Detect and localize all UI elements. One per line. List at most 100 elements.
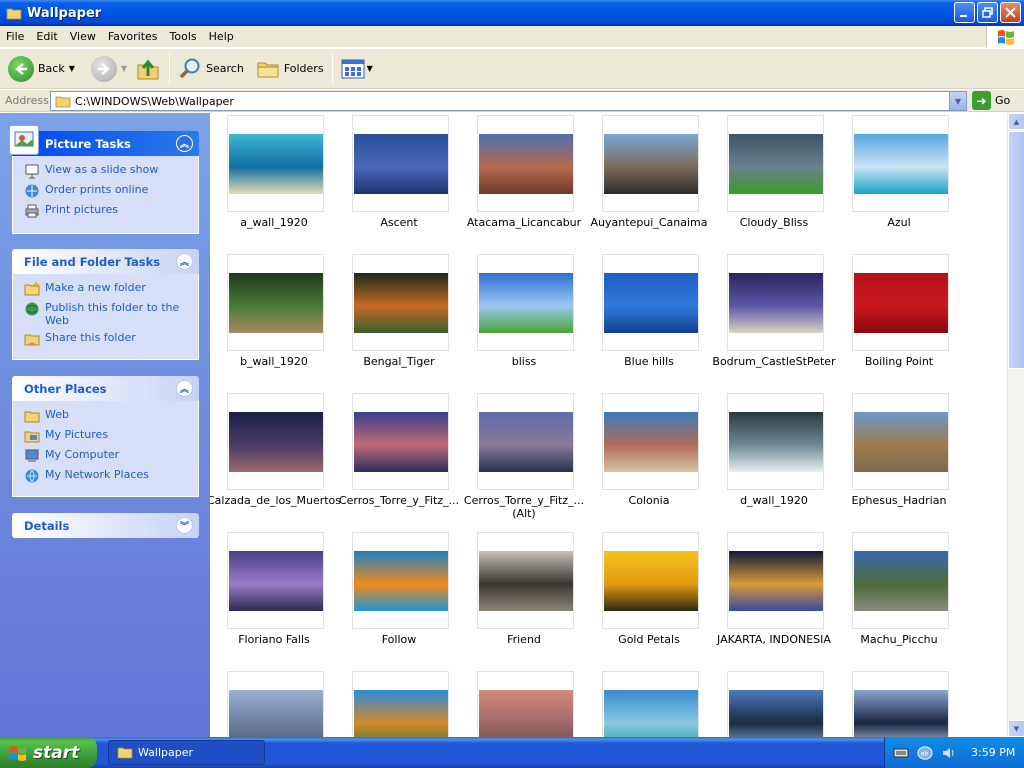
file-name: Atacama_Licancabur	[466, 216, 582, 229]
folders-label: Folders	[283, 62, 324, 75]
thumbnail-frame	[477, 671, 574, 737]
task-print-pictures[interactable]: Print pictures	[24, 203, 198, 219]
scroll-down-button[interactable]: ▼	[1008, 720, 1024, 737]
task-view-slideshow[interactable]: View as a slide show	[24, 163, 198, 179]
publish-web-icon	[25, 302, 39, 316]
keyboard-icon[interactable]	[893, 745, 909, 761]
scroll-thumb[interactable]	[1008, 131, 1024, 369]
maximize-button[interactable]	[977, 2, 998, 23]
file-thumbnail[interactable]: Colonia	[587, 393, 711, 518]
task-label: Print pictures	[45, 203, 118, 216]
go-button[interactable]: ➜ Go	[972, 91, 1010, 110]
file-name: Cloudy_Bliss	[739, 216, 809, 229]
menu-view[interactable]: View	[64, 30, 102, 43]
file-thumbnail[interactable]: Bengal_Tiger	[337, 254, 461, 379]
file-thumbnail[interactable]: b_wall_1920	[212, 254, 336, 379]
task-publish-to-web[interactable]: Publish this folder to the Web	[24, 301, 198, 327]
file-thumbnail[interactable]: Floriano Falls	[212, 532, 336, 657]
file-list-view[interactable]: a_wall_1920 Ascent Atacama_Licancabur Auyan…	[210, 113, 1007, 737]
menu-edit[interactable]: Edit	[30, 30, 63, 43]
thumbnail-frame	[852, 671, 949, 737]
close-button[interactable]	[1000, 2, 1021, 23]
thumbnail-frame	[352, 532, 449, 629]
menu-tools[interactable]: Tools	[164, 30, 203, 43]
task-share-folder[interactable]: Share this folder	[24, 331, 198, 347]
menu-favorites[interactable]: Favorites	[102, 30, 164, 43]
other-places-header[interactable]: Other Places ︽	[12, 376, 199, 401]
thumbnail-frame	[227, 115, 324, 212]
place-my-computer[interactable]: My Computer	[24, 448, 198, 464]
views-button[interactable]: ▼	[337, 52, 377, 86]
place-web[interactable]: Web	[24, 408, 198, 424]
file-thumbnail[interactable]: Azul	[837, 115, 961, 240]
forward-button[interactable]: ▼	[87, 52, 131, 86]
thumbnail-image	[228, 550, 323, 611]
file-thumbnail[interactable]: Auyantepui_Canaima	[587, 115, 711, 240]
file-thumbnail[interactable]: Friend	[462, 532, 586, 657]
taskbar: start Wallpaper ab 3:59 PM	[0, 737, 1024, 768]
file-thumbnail[interactable]: Machu_Picchu	[837, 532, 961, 657]
collapse-chevron-icon[interactable]: ︽	[176, 135, 193, 152]
close-icon	[1005, 7, 1016, 18]
task-make-new-folder[interactable]: Make a new folder	[24, 281, 198, 297]
place-my-pictures[interactable]: My Pictures	[24, 428, 198, 444]
minimize-button[interactable]	[954, 2, 975, 23]
file-folder-tasks-header[interactable]: File and Folder Tasks ︽	[12, 249, 199, 274]
address-bar: Address C:\WINDOWS\Web\Wallpaper ▼ ➜ Go	[0, 90, 1024, 112]
back-button[interactable]: Back ▼	[4, 52, 79, 86]
file-thumbnail[interactable]	[212, 671, 336, 737]
address-input[interactable]: C:\WINDOWS\Web\Wallpaper ▼	[50, 91, 967, 111]
search-button[interactable]: Search	[174, 52, 248, 86]
file-thumbnail[interactable]: Follow	[337, 532, 461, 657]
back-dropdown-icon[interactable]: ▼	[69, 64, 75, 73]
file-thumbnail[interactable]: Ephesus_Hadrian	[837, 393, 961, 518]
file-thumbnail[interactable]: Cerros_Torre_y_Fitz_... (Alt)	[462, 393, 586, 520]
volume-icon[interactable]	[941, 745, 957, 761]
file-thumbnail[interactable]: Blue hills	[587, 254, 711, 379]
file-thumbnail[interactable]: Ascent	[337, 115, 461, 240]
file-name: Cerros_Torre_y_Fitz_... (Alt)	[463, 494, 585, 520]
file-thumbnail[interactable]: Calzada_de_los_Muertos	[210, 393, 341, 518]
file-thumbnail[interactable]: Boiling Point	[837, 254, 961, 379]
file-folder-tasks-body: Make a new folder Publish this folder to…	[12, 274, 199, 360]
file-name: Ascent	[380, 216, 418, 229]
file-thumbnail[interactable]: a_wall_1920	[212, 115, 336, 240]
scroll-up-button[interactable]: ▲	[1008, 113, 1024, 130]
picture-tasks-header[interactable]: Picture Tasks ︽	[9, 125, 199, 156]
vertical-scrollbar[interactable]: ▲ ▼	[1007, 113, 1024, 737]
file-thumbnail[interactable]	[337, 671, 461, 737]
expand-chevron-icon[interactable]: ︾	[176, 517, 193, 534]
folders-button[interactable]: Folders	[252, 52, 328, 86]
messenger-icon[interactable]: ab	[917, 745, 933, 761]
file-thumbnail[interactable]	[837, 671, 961, 737]
file-thumbnail[interactable]	[712, 671, 836, 737]
svg-text:ab: ab	[921, 750, 929, 757]
menu-file[interactable]: File	[0, 30, 30, 43]
file-thumbnail[interactable]: Cerros_Torre_y_Fitz_...	[337, 393, 461, 518]
menu-help[interactable]: Help	[203, 30, 240, 43]
start-button[interactable]: start	[0, 737, 97, 768]
file-thumbnail[interactable]	[462, 671, 586, 737]
thumbnail-image	[353, 133, 448, 194]
file-thumbnail[interactable]: JAKARTA, INDONESIA	[712, 532, 836, 657]
place-my-network-places[interactable]: My Network Places	[24, 468, 198, 484]
details-header[interactable]: Details ︾	[12, 513, 199, 538]
file-thumbnail[interactable]: Bodrum_CastleStPeter	[712, 254, 836, 379]
task-order-prints[interactable]: Order prints online	[24, 183, 198, 199]
thumbnail-image	[728, 133, 823, 194]
collapse-chevron-icon[interactable]: ︽	[176, 380, 193, 397]
file-thumbnail[interactable]: Cloudy_Bliss	[712, 115, 836, 240]
views-dropdown-icon[interactable]: ▼	[367, 64, 373, 73]
address-dropdown-button[interactable]: ▼	[949, 92, 966, 110]
file-thumbnail[interactable]	[587, 671, 711, 737]
file-thumbnail[interactable]: Atacama_Licancabur	[462, 115, 586, 240]
up-folder-button[interactable]	[131, 52, 165, 86]
file-thumbnail[interactable]: Gold Petals	[587, 532, 711, 657]
taskbar-window-wallpaper[interactable]: Wallpaper	[108, 740, 265, 765]
file-thumbnail[interactable]: d_wall_1920	[712, 393, 836, 518]
title-bar[interactable]: Wallpaper	[0, 0, 1024, 26]
thumbnail-image	[478, 411, 573, 472]
collapse-chevron-icon[interactable]: ︽	[176, 253, 193, 270]
file-thumbnail[interactable]: bliss	[462, 254, 586, 379]
forward-dropdown-icon[interactable]: ▼	[121, 64, 127, 73]
